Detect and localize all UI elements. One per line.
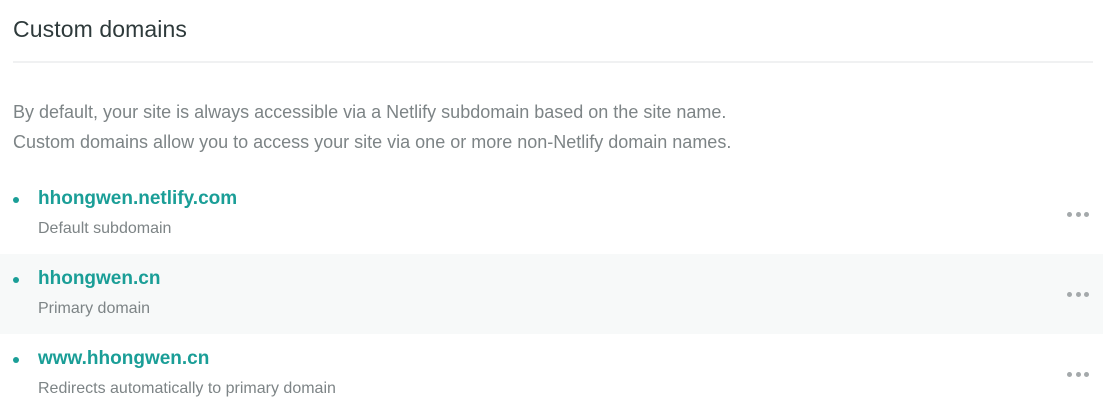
- more-options-icon: [1067, 371, 1072, 377]
- description-line-2: Custom domains allow you to access your …: [13, 132, 732, 152]
- domain-label: Primary domain: [38, 300, 151, 317]
- bullet-dot-icon: [13, 277, 19, 283]
- more-options-icon: [1075, 291, 1081, 297]
- bullet-dot-icon: [13, 197, 19, 203]
- more-options-button[interactable]: [1067, 366, 1089, 382]
- more-options-icon: [1067, 211, 1072, 217]
- section-title: Custom domains: [13, 16, 187, 42]
- domain-row-redirect-domain: www.hhongwen.cn Redirects automatically …: [0, 334, 1103, 414]
- more-options-icon: [1075, 371, 1081, 377]
- domain-link[interactable]: hhongwen.cn: [38, 268, 160, 290]
- section-divider: [13, 61, 1093, 63]
- section-description: By default, your site is always accessib…: [13, 97, 1083, 157]
- more-options-icon: [1075, 211, 1081, 217]
- domain-list: hhongwen.netlify.com Default subdomain h…: [0, 174, 1103, 414]
- domain-link[interactable]: hhongwen.netlify.com: [38, 188, 237, 210]
- more-options-icon: [1084, 371, 1089, 377]
- more-options-button[interactable]: [1067, 286, 1089, 302]
- domain-label: Redirects automatically to primary domai…: [38, 380, 336, 397]
- description-line-1: By default, your site is always accessib…: [13, 102, 727, 122]
- domain-row-primary-domain: hhongwen.cn Primary domain: [0, 254, 1103, 334]
- more-options-button[interactable]: [1067, 206, 1089, 222]
- more-options-icon: [1084, 211, 1089, 217]
- domain-row-default-subdomain: hhongwen.netlify.com Default subdomain: [0, 174, 1103, 254]
- bullet-dot-icon: [13, 357, 19, 363]
- more-options-icon: [1067, 291, 1072, 297]
- more-options-icon: [1084, 291, 1089, 297]
- custom-domains-panel: Custom domains By default, your site is …: [0, 0, 1103, 418]
- domain-label: Default subdomain: [38, 220, 172, 237]
- domain-link[interactable]: www.hhongwen.cn: [38, 348, 209, 370]
